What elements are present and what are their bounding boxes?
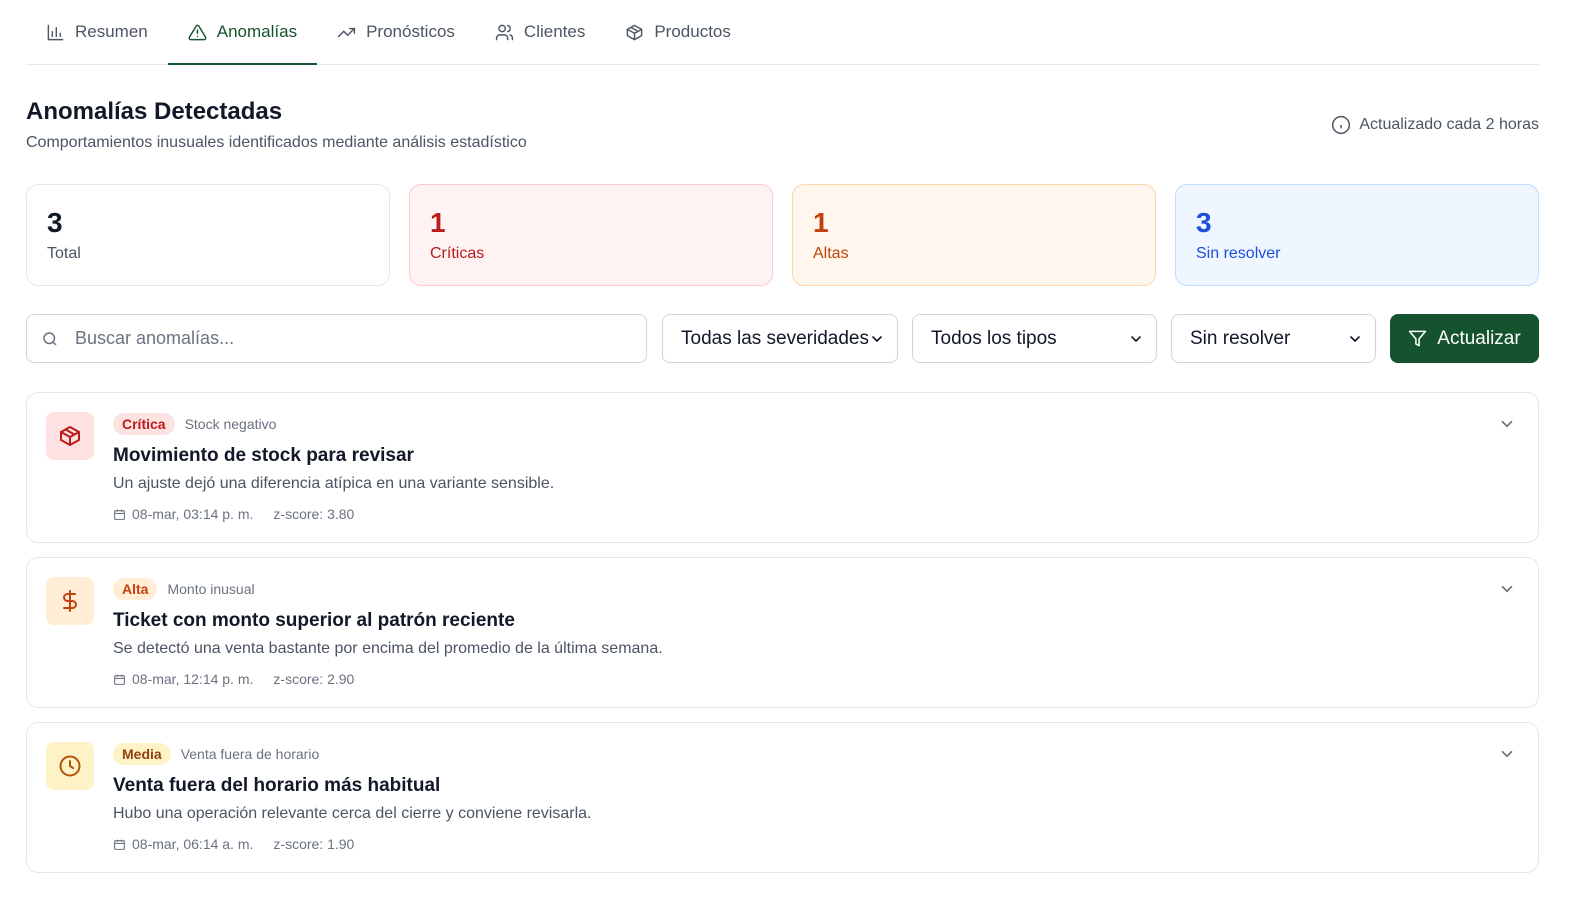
tab-label: Clientes <box>523 22 586 41</box>
type-select[interactable]: Todos los tipos <box>912 314 1157 363</box>
stat-value: 1 <box>430 207 446 238</box>
tab-productos[interactable]: Productos <box>605 0 751 64</box>
stat-card-high: 1 Altas <box>792 184 1156 286</box>
refresh-button[interactable]: Actualizar <box>1390 314 1539 363</box>
chevron-down-icon <box>1131 335 1141 342</box>
dollar-icon <box>63 590 77 612</box>
update-note: Actualizado cada 2 horas <box>1331 115 1539 135</box>
tab-resumen[interactable]: Resumen <box>26 0 168 64</box>
status-select[interactable]: Sin resolver <box>1171 314 1376 363</box>
anomaly-title: Movimiento de stock para revisar <box>113 445 414 466</box>
type-select-value: Todos los tipos <box>931 327 1057 349</box>
stat-label: Total <box>47 245 81 262</box>
anomaly-category: Venta fuera de horario <box>180 746 320 762</box>
anomaly-title: Ticket con monto superior al patrón reci… <box>113 610 515 631</box>
anomaly-date: 08-mar, 06:14 a. m. <box>132 836 254 852</box>
anomaly-category: Monto inusual <box>167 581 255 597</box>
tab-clientes[interactable]: Clientes <box>475 0 605 64</box>
tab-label: Pronósticos <box>366 22 455 41</box>
anomaly-category: Stock negativo <box>184 416 277 432</box>
anomaly-zscore: z-score: 3.80 <box>273 506 355 522</box>
expand-chevron-icon[interactable] <box>1498 580 1516 598</box>
stat-value: 3 <box>1196 207 1212 238</box>
page-title: Anomalías Detectadas <box>26 98 283 125</box>
anomaly-meta: 08-mar, 12:14 p. m. z-score: 2.90 <box>113 671 354 687</box>
tab-pronosticos[interactable]: Pronósticos <box>317 0 475 64</box>
anomaly-card[interactable]: Crítica Stock negativo Movimiento de sto… <box>26 392 1539 543</box>
anomaly-meta: 08-mar, 06:14 a. m. z-score: 1.90 <box>113 836 354 852</box>
calendar-icon <box>114 509 125 520</box>
severity-select-value: Todas las severidades <box>681 327 869 349</box>
tab-label: Resumen <box>75 22 148 41</box>
anomaly-zscore: z-score: 1.90 <box>273 836 355 852</box>
chevron-down-icon <box>1350 335 1360 342</box>
search-input[interactable] <box>75 328 635 349</box>
severity-badge: Media <box>113 743 171 765</box>
expand-chevron-icon[interactable] <box>1498 745 1516 763</box>
stat-label: Sin resolver <box>1196 245 1281 262</box>
expand-chevron-icon[interactable] <box>1498 415 1516 433</box>
anomaly-tags: Media Venta fuera de horario <box>113 743 319 765</box>
anomaly-description: Se detectó una venta bastante por encima… <box>113 640 663 657</box>
anomaly-tags: Crítica Stock negativo <box>113 413 276 435</box>
clock-icon <box>59 755 81 777</box>
search-box[interactable] <box>26 314 647 363</box>
severity-select[interactable]: Todas las severidades <box>662 314 898 363</box>
search-icon <box>43 331 57 346</box>
page-subtitle: Comportamientos inusuales identificados … <box>26 134 527 151</box>
anomaly-card[interactable]: Alta Monto inusual Ticket con monto supe… <box>26 557 1539 708</box>
tab-label: Anomalías <box>216 22 298 41</box>
tab-anomalias[interactable]: Anomalías <box>167 0 318 65</box>
anomaly-meta: 08-mar, 03:14 p. m. z-score: 3.80 <box>113 506 354 522</box>
chevron-down-icon <box>872 335 882 342</box>
anomaly-icon-box <box>46 742 94 790</box>
stat-value: 3 <box>47 207 63 238</box>
anomaly-description: Un ajuste dejó una diferencia atípica en… <box>113 475 555 492</box>
anomaly-icon-box <box>46 412 94 460</box>
anomaly-icon-box <box>46 577 94 625</box>
calendar-icon <box>114 839 125 850</box>
anomaly-date: 08-mar, 12:14 p. m. <box>132 671 254 687</box>
stat-card-unresolved: 3 Sin resolver <box>1175 184 1539 286</box>
anomaly-title: Venta fuera del horario más habitual <box>113 775 441 796</box>
warning-triangle-icon <box>188 24 207 40</box>
trending-up-icon <box>337 27 356 37</box>
stat-value: 1 <box>813 207 829 238</box>
severity-badge: Crítica <box>113 413 175 435</box>
users-icon <box>495 24 514 40</box>
refresh-button-label: Actualizar <box>1437 327 1521 349</box>
anomaly-zscore: z-score: 2.90 <box>273 671 355 687</box>
stat-card-total: 3 Total <box>26 184 390 286</box>
bar-chart-icon <box>47 24 64 40</box>
filter-icon <box>1409 330 1427 347</box>
tab-label: Productos <box>654 22 731 41</box>
calendar-icon <box>114 674 125 685</box>
stat-card-critical: 1 Críticas <box>409 184 773 286</box>
update-note-text: Actualizado cada 2 horas <box>1359 116 1539 133</box>
tab-bar: Resumen Anomalías Pronósticos Clientes P… <box>26 0 1539 65</box>
package-icon <box>627 24 643 40</box>
stat-label: Altas <box>813 245 849 262</box>
anomaly-date: 08-mar, 03:14 p. m. <box>132 506 254 522</box>
anomaly-card[interactable]: Media Venta fuera de horario Venta fuera… <box>26 722 1539 873</box>
severity-badge: Alta <box>113 578 158 600</box>
status-select-value: Sin resolver <box>1190 327 1291 349</box>
info-icon <box>1332 115 1351 135</box>
anomaly-description: Hubo una operación relevante cerca del c… <box>113 805 592 822</box>
stat-label: Críticas <box>430 245 485 262</box>
package-icon <box>60 426 80 446</box>
anomaly-tags: Alta Monto inusual <box>113 578 255 600</box>
